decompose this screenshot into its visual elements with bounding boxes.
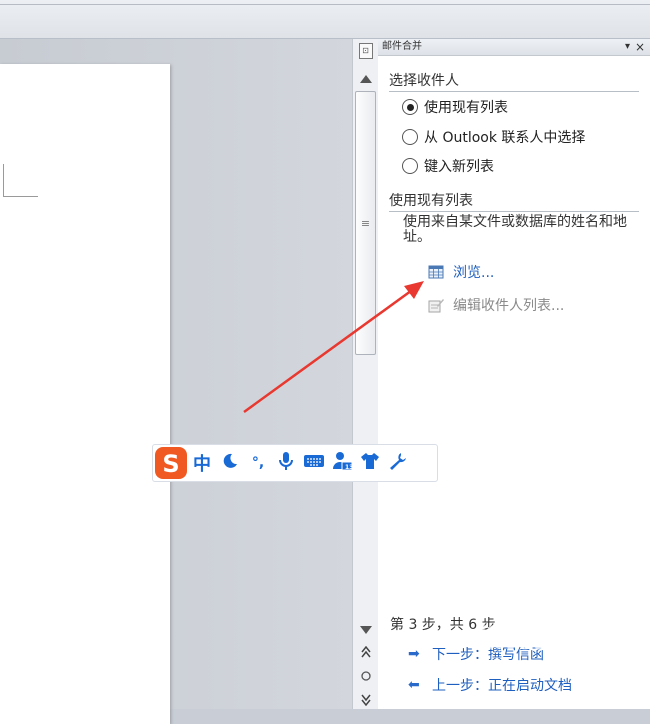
mail-merge-pane: 邮件合并 ▾ × 选择收件人 使用现有列表 从 Outlook 联系人中选择 键…	[378, 39, 650, 709]
wrench-icon[interactable]	[384, 452, 412, 474]
previous-page-button[interactable]	[353, 642, 378, 662]
logo-letter: S	[162, 450, 179, 478]
scroll-thumb[interactable]: ≡	[355, 91, 376, 355]
radio-button[interactable]	[402, 158, 418, 174]
radio-select-outlook-contacts[interactable]: 从 Outlook 联系人中选择	[402, 127, 585, 147]
document-area[interactable]	[0, 39, 352, 724]
grip-icon: ≡	[360, 216, 371, 230]
document-page[interactable]	[0, 64, 170, 724]
radio-selected-dot	[406, 103, 414, 111]
ruler-toggle-button[interactable]: ⊡	[353, 41, 378, 61]
radio-button[interactable]	[402, 129, 418, 145]
table-icon	[428, 265, 444, 279]
radio-label: 键入新列表	[424, 159, 494, 175]
user-badge: 13	[345, 464, 354, 471]
watermark-text: 搜狗指南	[478, 624, 591, 654]
edit-list-icon	[428, 299, 444, 313]
edit-recipients-link-row[interactable]: 编辑收件人列表...	[428, 295, 564, 315]
ruler-icon: ⊡	[358, 43, 373, 59]
microphone-icon[interactable]	[272, 451, 300, 475]
triangle-up-icon	[359, 75, 372, 83]
browse-link[interactable]: 浏览...	[453, 262, 494, 282]
chinese-mode-button[interactable]: 中	[188, 450, 216, 476]
triangle-down-icon	[359, 626, 372, 634]
ribbon-bottom-strip	[0, 0, 650, 39]
pane-header: 邮件合并 ▾ ×	[378, 39, 650, 56]
punctuation-icon[interactable]: °,	[244, 455, 272, 471]
keyboard-icon[interactable]	[300, 453, 328, 473]
sogou-logo-icon: S	[155, 447, 187, 479]
shirt-icon[interactable]	[356, 452, 384, 474]
radio-label: 从 Outlook 联系人中选择	[424, 130, 586, 146]
vertical-scrollbar[interactable]: ⊡ ≡	[352, 39, 379, 709]
radio-use-existing-list[interactable]: 使用现有列表	[402, 97, 508, 117]
section-title-select-recipients: 选择收件人	[389, 70, 639, 92]
pane-close-button[interactable]: ×	[635, 39, 645, 55]
moon-icon[interactable]	[216, 452, 244, 474]
double-down-arrow-icon	[360, 694, 371, 706]
select-browse-object-button[interactable]	[353, 666, 378, 686]
browse-link-row[interactable]: 浏览...	[428, 262, 494, 282]
section-title-use-existing-list: 使用现有列表	[389, 190, 639, 212]
section-description: 使用来自某文件或数据库的姓名和地址。	[403, 214, 627, 245]
pane-title: 邮件合并	[382, 41, 422, 52]
user-icon[interactable]: 13	[328, 451, 356, 475]
arrow-right-icon: ➡	[408, 646, 420, 662]
arrow-left-icon: ⬅	[408, 677, 420, 693]
next-page-button[interactable]	[353, 690, 378, 710]
scroll-up-button[interactable]	[353, 69, 378, 89]
scroll-down-button[interactable]	[353, 620, 378, 640]
radio-button[interactable]	[402, 99, 418, 115]
margin-corner-mark	[3, 164, 38, 197]
watermark-url: zhinan.sogou.com	[538, 665, 648, 679]
double-up-arrow-icon	[360, 646, 371, 658]
edit-recipients-link[interactable]: 编辑收件人列表...	[453, 295, 564, 315]
sogou-ime-toolbar[interactable]: S 中 °, 13	[152, 444, 438, 482]
radio-type-new-list[interactable]: 键入新列表	[402, 156, 494, 176]
circle-icon	[360, 671, 371, 681]
pane-options-dropdown[interactable]: ▾	[625, 39, 630, 55]
radio-label: 使用现有列表	[424, 100, 508, 116]
